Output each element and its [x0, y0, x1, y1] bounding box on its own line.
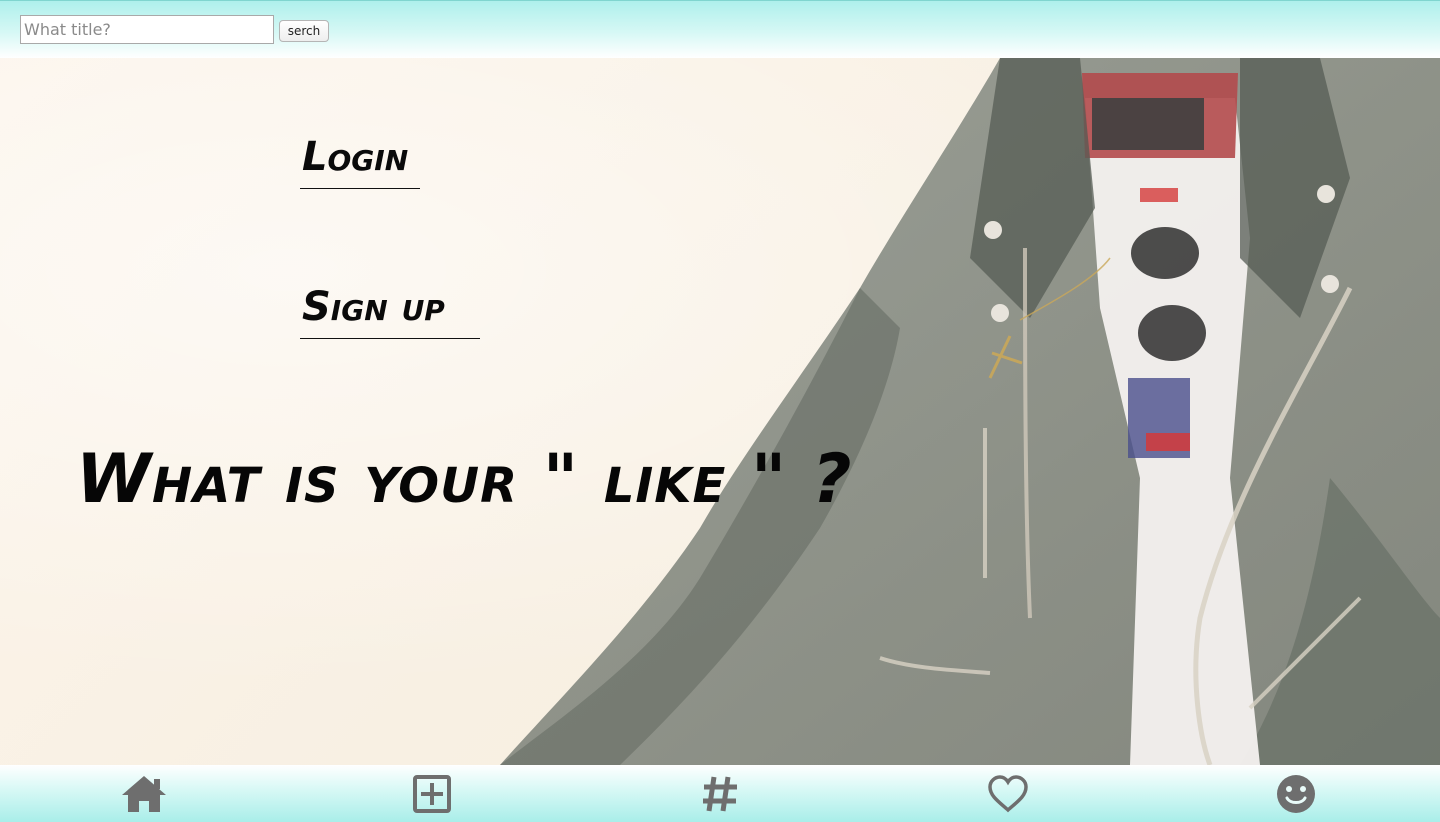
top-search-bar: serch	[0, 0, 1440, 58]
login-link[interactable]: Login	[300, 128, 420, 189]
hashtag-icon	[703, 776, 737, 812]
search-button[interactable]: serch	[279, 20, 329, 42]
bottom-tab-bar	[0, 765, 1440, 822]
jacket-background-image	[500, 58, 1440, 765]
signup-link[interactable]: Sign up	[300, 278, 480, 339]
search-input[interactable]	[20, 15, 274, 44]
plus-square-icon	[413, 775, 451, 813]
tab-add-post[interactable]	[402, 769, 462, 819]
home-icon	[122, 776, 166, 812]
tab-profile[interactable]	[1266, 769, 1326, 819]
smiley-icon	[1277, 775, 1315, 813]
tab-likes[interactable]	[978, 769, 1038, 819]
heart-icon	[988, 775, 1028, 813]
hero-section: Login Sign up What is your " like " ?	[0, 58, 1440, 765]
hero-tagline: What is your " like " ?	[76, 440, 853, 519]
tab-home[interactable]	[114, 769, 174, 819]
tab-tags[interactable]	[690, 769, 750, 819]
